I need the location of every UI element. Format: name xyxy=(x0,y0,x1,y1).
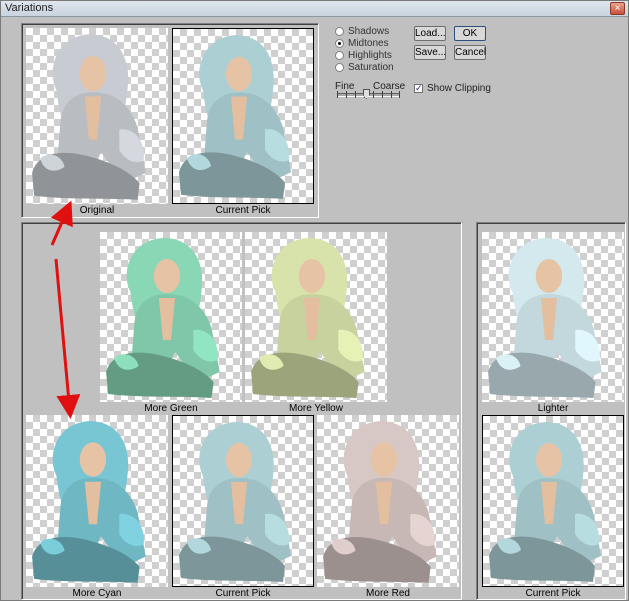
title-bar: Variations × xyxy=(1,1,628,17)
figure-image xyxy=(251,238,365,398)
figure-image xyxy=(32,421,146,583)
lighter-thumbnail[interactable] xyxy=(482,232,624,402)
figure-image xyxy=(489,422,601,582)
more-cyan-label: More Cyan xyxy=(72,588,122,599)
preview-more-green[interactable]: More Green xyxy=(100,232,242,414)
face-shape xyxy=(153,259,181,293)
face-shape xyxy=(298,259,326,293)
current-pick-label: Current Pick xyxy=(215,205,271,216)
preview-current-pick-center[interactable]: Current Pick xyxy=(172,415,314,599)
face-shape xyxy=(370,442,398,477)
preview-more-red[interactable]: More Red xyxy=(317,415,459,599)
face-shape xyxy=(535,259,563,293)
face-shape xyxy=(536,443,562,477)
radio-button[interactable] xyxy=(335,62,344,72)
original-thumbnail[interactable] xyxy=(26,28,168,204)
preview-current-pick-top[interactable]: Current Pick xyxy=(172,28,314,218)
more-red-thumbnail[interactable] xyxy=(317,415,459,587)
current-pick-thumbnail[interactable] xyxy=(482,415,624,587)
show-clipping-checkbox[interactable]: ✓ Show Clipping xyxy=(414,83,491,94)
radio-saturation[interactable]: Saturation xyxy=(335,61,394,73)
face-shape xyxy=(79,55,107,92)
figure-image xyxy=(32,34,146,200)
slider-tick xyxy=(382,91,383,98)
original-label: Original xyxy=(79,205,115,216)
preview-more-yellow[interactable]: More Yellow xyxy=(245,232,387,414)
slider-tick xyxy=(355,91,356,98)
radio-label: Saturation xyxy=(348,61,394,73)
figure-image xyxy=(106,238,220,398)
radio-highlights[interactable]: Highlights xyxy=(335,49,394,61)
save-button[interactable]: Save... xyxy=(414,45,446,60)
close-button[interactable]: × xyxy=(610,2,625,15)
load-button[interactable]: Load... xyxy=(414,26,446,41)
ok-button[interactable]: OK xyxy=(454,26,486,41)
face-shape xyxy=(226,56,252,92)
radio-button[interactable] xyxy=(335,26,344,36)
slider-tick xyxy=(391,91,392,98)
show-clipping-label: Show Clipping xyxy=(427,83,491,94)
window-title: Variations xyxy=(5,2,54,14)
preview-original[interactable]: Original xyxy=(26,28,168,218)
current-pick-label: Current Pick xyxy=(525,588,581,599)
radio-label: Highlights xyxy=(348,49,392,61)
more-green-thumbnail[interactable] xyxy=(100,232,242,402)
checkbox-box[interactable]: ✓ xyxy=(414,84,423,93)
more-green-label: More Green xyxy=(144,403,198,414)
face-shape xyxy=(226,443,252,477)
radio-midtones[interactable]: Midtones xyxy=(335,37,394,49)
current-pick-thumbnail[interactable] xyxy=(172,28,314,204)
slider-tick xyxy=(373,91,374,98)
more-yellow-label: More Yellow xyxy=(289,403,343,414)
more-red-label: More Red xyxy=(366,588,410,599)
figure-image xyxy=(179,422,291,582)
variations-dialog: Variations × Original Current Pick Shado… xyxy=(0,0,629,601)
preview-current-pick-right[interactable]: Current Pick xyxy=(482,415,624,599)
radio-label: Shadows xyxy=(348,25,390,37)
cancel-button[interactable]: Cancel xyxy=(454,45,486,60)
current-pick-thumbnail[interactable] xyxy=(172,415,314,587)
slider-tick xyxy=(337,91,338,98)
slider-tick xyxy=(399,91,400,98)
radio-shadows[interactable]: Shadows xyxy=(335,25,394,37)
figure-image xyxy=(323,421,437,583)
coarse-label: Coarse xyxy=(373,81,406,92)
preview-more-cyan[interactable]: More Cyan xyxy=(26,415,168,599)
face-shape xyxy=(79,442,107,477)
slider-tick xyxy=(346,91,347,98)
lighter-label: Lighter xyxy=(537,403,569,414)
figure-image xyxy=(488,238,602,398)
radio-button[interactable] xyxy=(335,50,344,60)
figure-image xyxy=(179,35,291,199)
radio-button[interactable] xyxy=(335,38,344,48)
tone-radio-group: Shadows Midtones Highlights Saturation xyxy=(335,25,394,73)
preview-lighter[interactable]: Lighter xyxy=(482,232,624,414)
more-cyan-thumbnail[interactable] xyxy=(26,415,168,587)
more-yellow-thumbnail[interactable] xyxy=(245,232,387,402)
current-pick-label: Current Pick xyxy=(215,588,271,599)
radio-label: Midtones xyxy=(348,37,389,49)
